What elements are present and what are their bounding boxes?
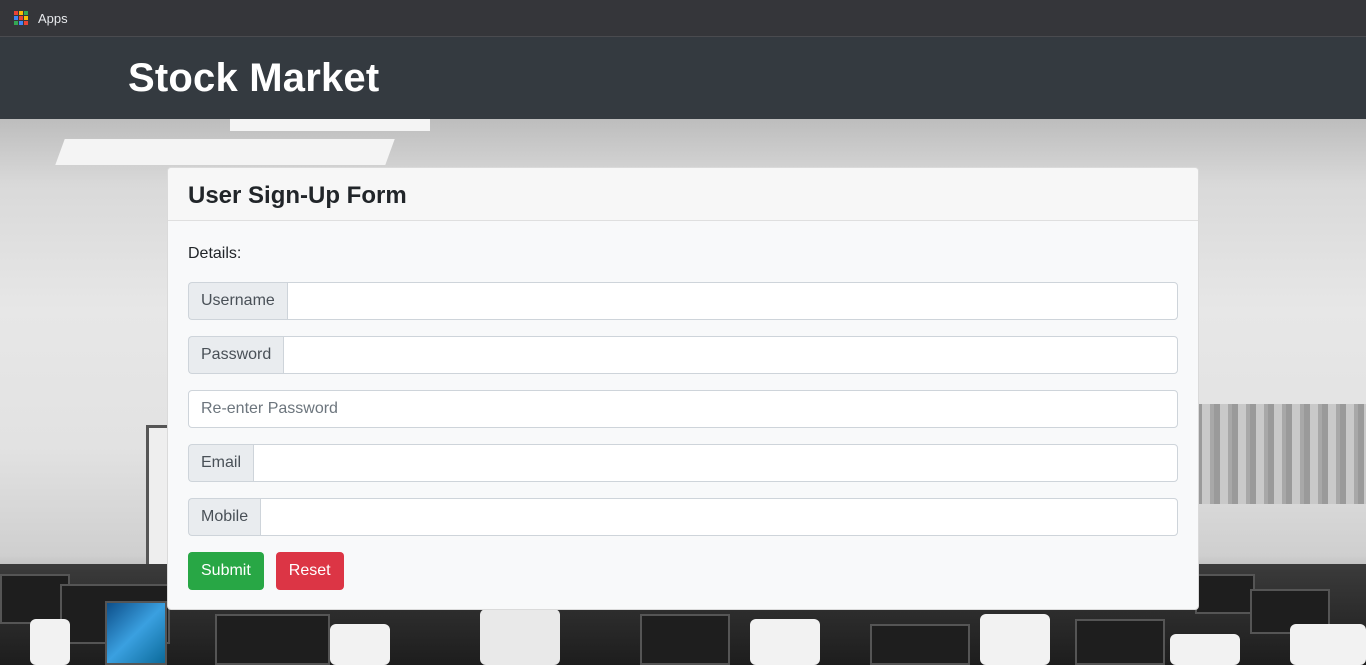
password-group: Password <box>188 336 1178 374</box>
reenter-password-input[interactable] <box>188 390 1178 428</box>
submit-button[interactable]: Submit <box>188 552 264 590</box>
form-buttons: Submit Reset <box>188 552 1178 590</box>
reenter-password-group <box>188 390 1178 428</box>
username-group: Username <box>188 282 1178 320</box>
navbar: Stock Market <box>0 37 1366 119</box>
apps-bookmark[interactable]: Apps <box>38 11 68 26</box>
mobile-input[interactable] <box>260 498 1178 536</box>
reset-button[interactable]: Reset <box>275 552 344 590</box>
form-title: User Sign-Up Form <box>188 182 407 209</box>
username-input[interactable] <box>286 282 1178 320</box>
details-label: Details: <box>188 245 242 262</box>
email-input[interactable] <box>253 444 1178 482</box>
email-label: Email <box>188 444 254 482</box>
card-body: Details: Username Password Email Mobile … <box>168 221 1198 590</box>
apps-grid-icon[interactable] <box>14 11 28 25</box>
bookmarks-bar: Apps <box>0 0 1366 37</box>
signup-card: User Sign-Up Form Details: Username Pass… <box>167 167 1199 610</box>
mobile-group: Mobile <box>188 498 1178 536</box>
email-group: Email <box>188 444 1178 482</box>
card-header: User Sign-Up Form <box>168 168 1198 221</box>
password-label: Password <box>188 336 284 374</box>
navbar-brand[interactable]: Stock Market <box>128 56 379 101</box>
username-label: Username <box>188 282 287 320</box>
password-input[interactable] <box>283 336 1178 374</box>
mobile-label: Mobile <box>188 498 261 536</box>
